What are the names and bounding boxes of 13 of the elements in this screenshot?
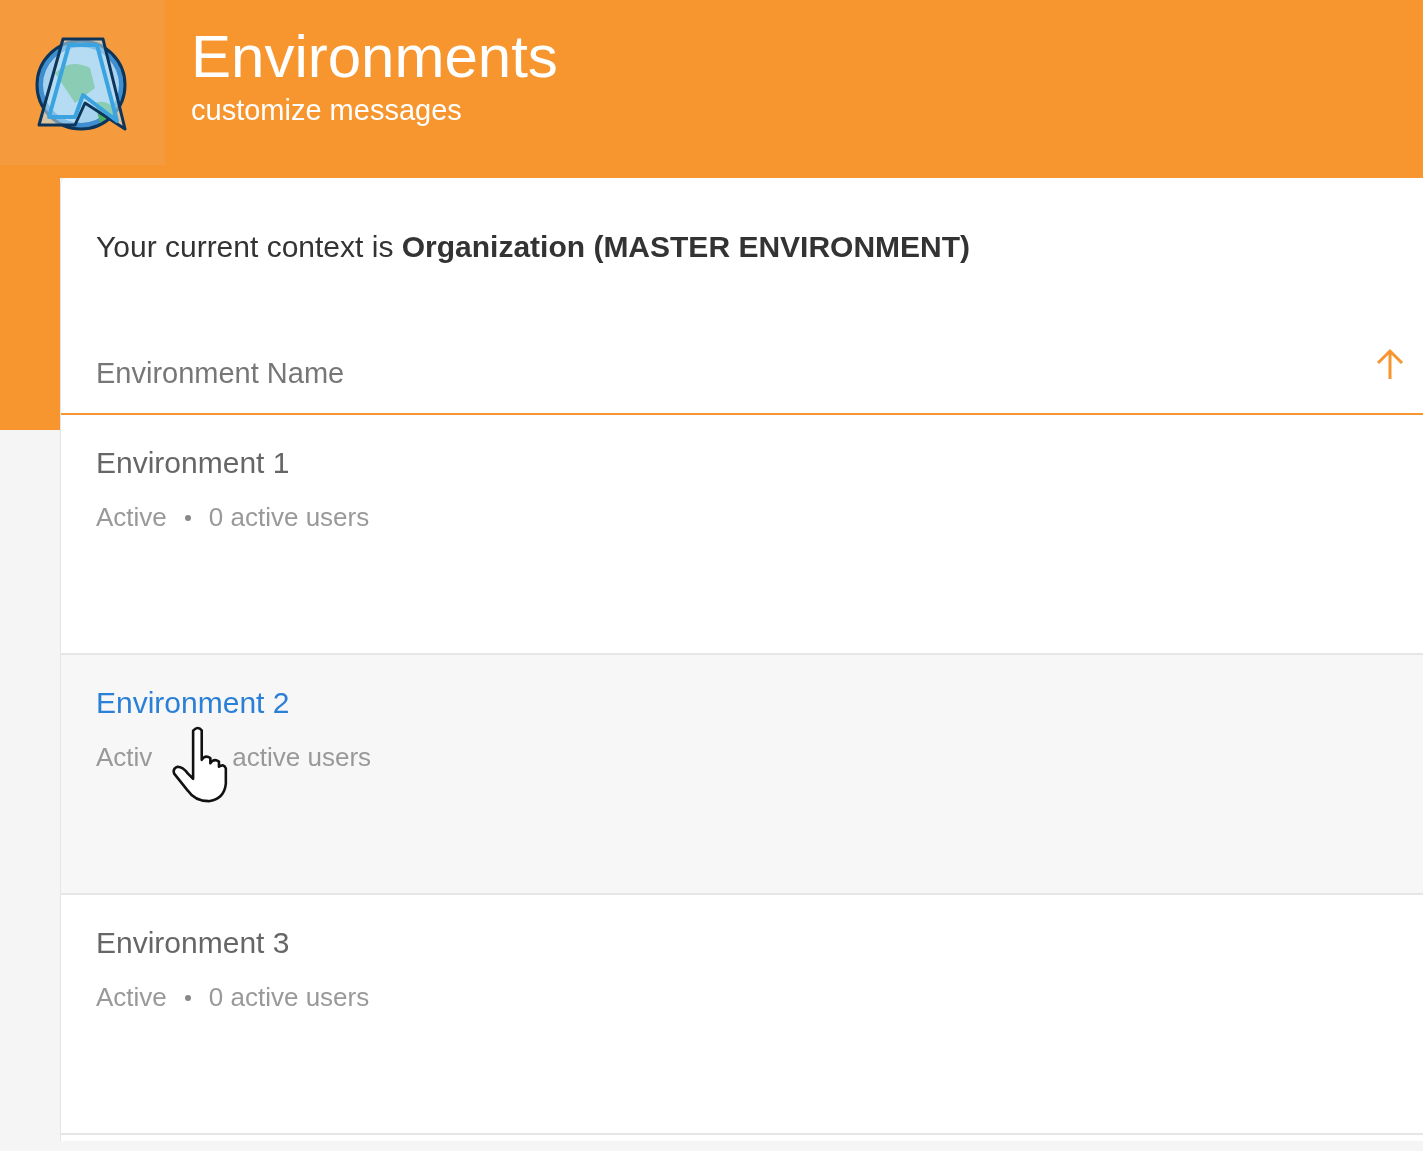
environment-name[interactable]: Environment 1 (96, 445, 290, 481)
user-count: 0 active users (208, 981, 370, 1014)
status-text: Activ (96, 741, 153, 774)
page-subtitle: customize messages (191, 93, 463, 127)
environment-name[interactable]: Environment 2 (96, 685, 290, 721)
context-text: Your current context is Organization (MASTER ENVIRONMENT) (95, 229, 972, 265)
environment-row[interactable]: Environment 2 Activ active users (61, 655, 1423, 895)
status-text: Active (96, 501, 167, 534)
user-count: active users (232, 741, 372, 774)
environment-name[interactable]: Environment 3 (96, 925, 290, 961)
page-title: Environments (191, 22, 558, 92)
status-text: Active (96, 981, 167, 1014)
user-count: 0 active users (208, 501, 370, 534)
